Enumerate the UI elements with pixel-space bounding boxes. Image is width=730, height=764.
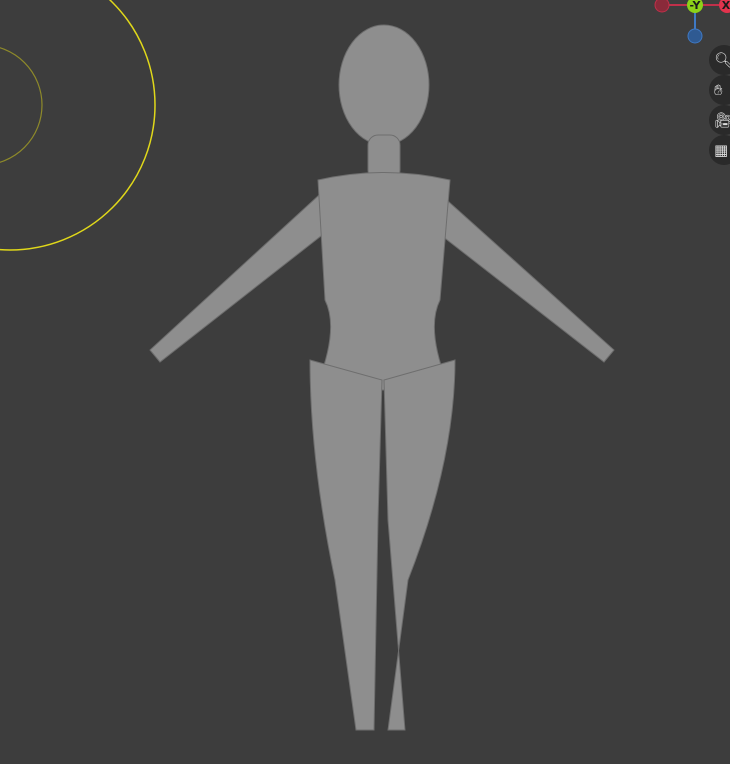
model-head: [338, 24, 430, 146]
gizmo-neg-z-handle[interactable]: [687, 28, 703, 44]
character-model[interactable]: [149, 24, 615, 731]
model-leg-right: [383, 359, 456, 731]
light-outer-circle[interactable]: [0, 0, 156, 251]
hand-icon: ✋︎: [714, 81, 723, 99]
3d-viewport[interactable]: [0, 0, 730, 764]
gizmo-neg-x-handle[interactable]: [654, 0, 670, 13]
light-inner-circle: [0, 47, 43, 163]
camera-icon: 🎥︎: [714, 111, 730, 129]
model-arm-right: [427, 183, 615, 363]
model-torso: [314, 172, 451, 391]
model-leg-left: [309, 359, 383, 731]
gizmo-x-label: X: [722, 0, 730, 12]
grid-icon: ▦: [714, 141, 729, 159]
model-arm-left: [149, 183, 336, 363]
magnifier-plus-icon: 🔍︎: [714, 51, 730, 69]
gizmo-neg-y-label: -Y: [690, 0, 702, 12]
